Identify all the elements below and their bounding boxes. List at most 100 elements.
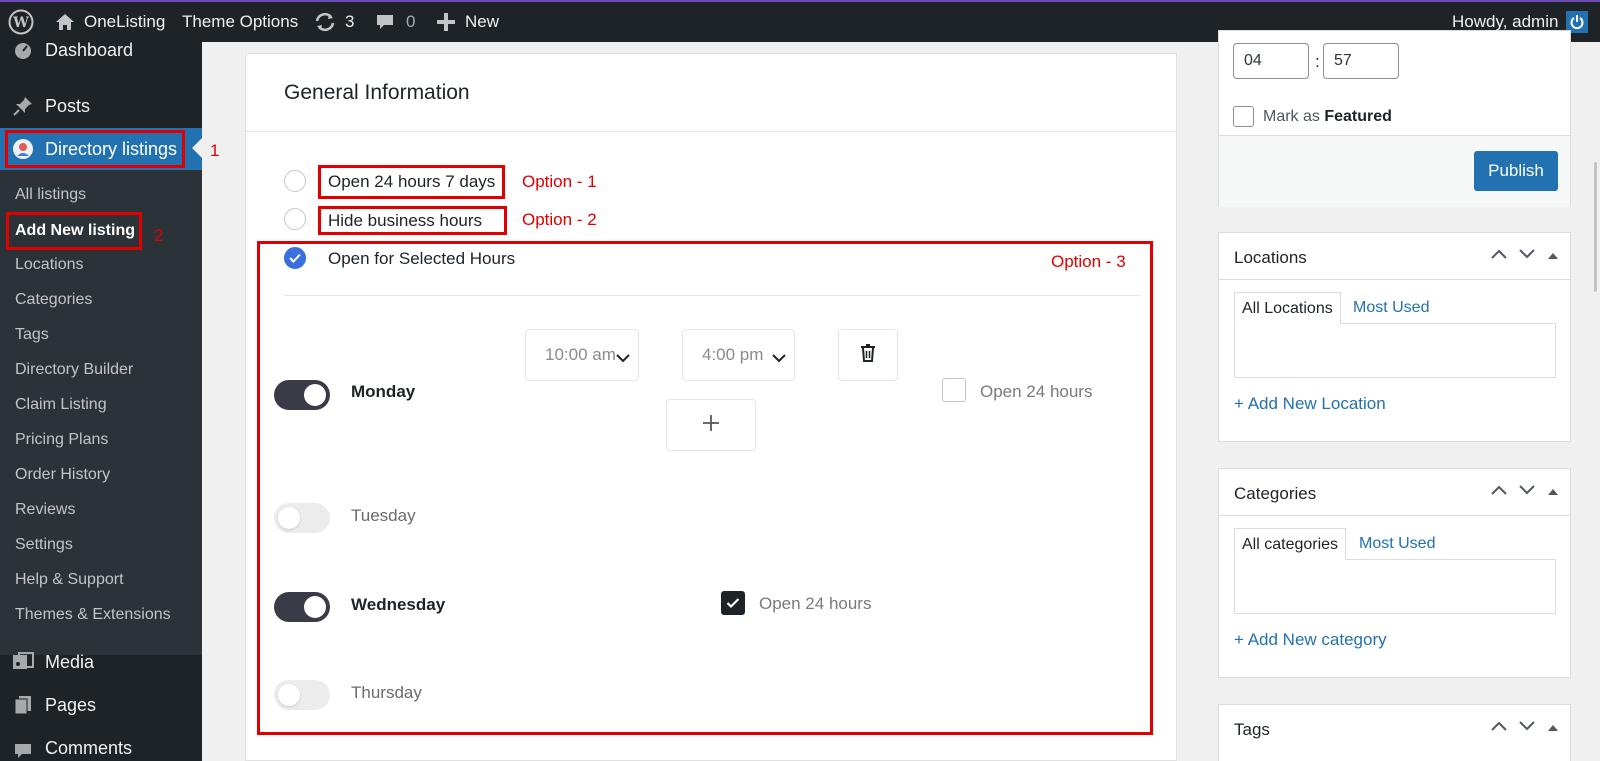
move-up-icon[interactable] [1490, 247, 1508, 265]
wednesday-toggle[interactable] [274, 592, 330, 622]
publish-hour-input[interactable]: 04 [1233, 43, 1309, 79]
comment-icon [375, 12, 395, 32]
submenu-themes-extensions[interactable]: Themes & Extensions [15, 604, 171, 626]
comments-count: 0 [406, 12, 416, 31]
move-down-icon[interactable] [1518, 719, 1536, 737]
tab-most-used-locations[interactable]: Most Used [1346, 292, 1436, 324]
wednesday-open-24-checkbox[interactable] [721, 591, 745, 615]
tuesday-toggle[interactable] [274, 503, 330, 533]
annotation-number-2: 2 [154, 226, 164, 245]
add-new-location-link[interactable]: + Add New Location [1234, 394, 1386, 414]
scrollbar-thumb[interactable] [1594, 162, 1597, 292]
tab-most-used-categories[interactable]: Most Used [1352, 528, 1442, 560]
menu-posts-label: Posts [45, 95, 91, 116]
current-menu-arrow [192, 138, 202, 158]
toggle-knob [278, 684, 300, 706]
toggle-knob [278, 507, 300, 529]
plus-icon [702, 414, 720, 437]
radio-selected-hours[interactable] [284, 247, 306, 269]
categories-title: Categories [1234, 484, 1317, 503]
submenu-reviews[interactable]: Reviews [15, 499, 75, 521]
comments-link[interactable]: 0 [375, 2, 415, 42]
featured-label: Mark as Featured [1263, 108, 1392, 126]
option-selected-hours-label[interactable]: Open for Selected Hours [328, 249, 515, 269]
menu-dashboard[interactable]: Dashboard [0, 30, 202, 70]
featured-checkbox[interactable] [1233, 106, 1254, 127]
move-down-icon[interactable] [1518, 483, 1536, 501]
monday-close-time-select[interactable]: 4:00 pm [682, 329, 795, 381]
updates-icon [314, 12, 336, 32]
move-up-icon[interactable] [1490, 483, 1508, 501]
checkmark-icon [726, 598, 740, 609]
monday-close-time: 4:00 pm [702, 345, 764, 364]
publish-minute-input[interactable]: 57 [1323, 43, 1399, 79]
annotation-option-1: Option - 1 [522, 172, 597, 191]
menu-pages[interactable]: Pages [0, 685, 202, 725]
locations-checklist [1234, 323, 1556, 378]
publish-button[interactable]: Publish [1474, 151, 1558, 191]
chevron-down-icon [616, 348, 630, 368]
checkmark-icon [289, 253, 301, 263]
tags-box: Tags [1218, 704, 1571, 761]
panel-title: General Information [284, 81, 470, 104]
panel-divider [246, 131, 1176, 132]
radio-hide-hours[interactable] [284, 208, 306, 230]
monday-open-24-label: Open 24 hours [980, 382, 1093, 401]
trash-icon [860, 343, 876, 367]
page-scrollbar[interactable] [1590, 42, 1600, 761]
media-icon [12, 651, 34, 673]
featured-label-pre: Mark as [1263, 108, 1325, 125]
annotation-box-option-3 [257, 241, 1153, 735]
howdy-text: Howdy, admin [1452, 12, 1559, 31]
svg-text:W: W [12, 15, 29, 31]
locations-title: Locations [1234, 248, 1307, 267]
submenu-all-listings[interactable]: All listings [15, 184, 86, 206]
submenu-tags[interactable]: Tags [15, 324, 49, 346]
options-divider [284, 295, 1140, 296]
locations-box: Locations All Locations Most Used + Add … [1218, 232, 1571, 442]
monday-toggle[interactable] [274, 380, 330, 410]
annotation-number-1: 1 [210, 141, 220, 160]
tags-controls [1490, 719, 1560, 737]
monday-open-time-select[interactable]: 10:00 am [525, 329, 639, 381]
menu-media[interactable]: Media [0, 642, 202, 682]
option-hide-hours-label[interactable]: Hide business hours [328, 211, 482, 231]
site-name: OneListing [84, 12, 166, 31]
new-content-link[interactable]: New [437, 2, 499, 42]
thursday-toggle[interactable] [274, 680, 330, 710]
radio-open-24-7[interactable] [284, 170, 306, 192]
collapse-icon[interactable] [1546, 483, 1560, 501]
wednesday-open-24-label: Open 24 hours [759, 594, 872, 613]
add-time-slot-button[interactable] [666, 399, 756, 451]
categories-checklist [1234, 559, 1556, 614]
submenu-directory-builder[interactable]: Directory Builder [15, 359, 133, 381]
submenu-order-history[interactable]: Order History [15, 464, 110, 486]
menu-pages-label: Pages [45, 694, 97, 715]
dashboard-icon [12, 39, 34, 61]
collapse-icon[interactable] [1546, 247, 1560, 265]
menu-comments-label: Comments [45, 738, 133, 758]
tab-all-categories[interactable]: All categories [1234, 528, 1347, 560]
delete-time-slot-button[interactable] [838, 329, 898, 381]
submenu-pricing-plans[interactable]: Pricing Plans [15, 429, 108, 451]
collapse-icon[interactable] [1546, 719, 1560, 737]
menu-posts[interactable]: Posts [0, 86, 202, 126]
submenu-locations[interactable]: Locations [15, 254, 84, 276]
add-new-category-link[interactable]: + Add New category [1234, 630, 1387, 650]
tab-all-locations[interactable]: All Locations [1234, 292, 1341, 324]
option-open-24-7-label[interactable]: Open 24 hours 7 days [328, 172, 495, 192]
submenu-help-support[interactable]: Help & Support [15, 569, 124, 591]
monday-open-24-checkbox[interactable] [942, 378, 966, 402]
submenu-categories[interactable]: Categories [15, 289, 92, 311]
categories-divider [1219, 515, 1570, 516]
time-separator: : [1315, 52, 1320, 71]
move-down-icon[interactable] [1518, 247, 1536, 265]
menu-dashboard-label: Dashboard [45, 39, 134, 60]
plus-icon [437, 13, 455, 31]
move-up-icon[interactable] [1490, 719, 1508, 737]
menu-comments[interactable]: Comments [0, 732, 202, 760]
annotation-box-directory-listings [5, 130, 185, 168]
submenu-settings[interactable]: Settings [15, 534, 73, 556]
submenu-claim-listing[interactable]: Claim Listing [15, 394, 107, 416]
updates-link[interactable]: 3 [314, 2, 354, 42]
